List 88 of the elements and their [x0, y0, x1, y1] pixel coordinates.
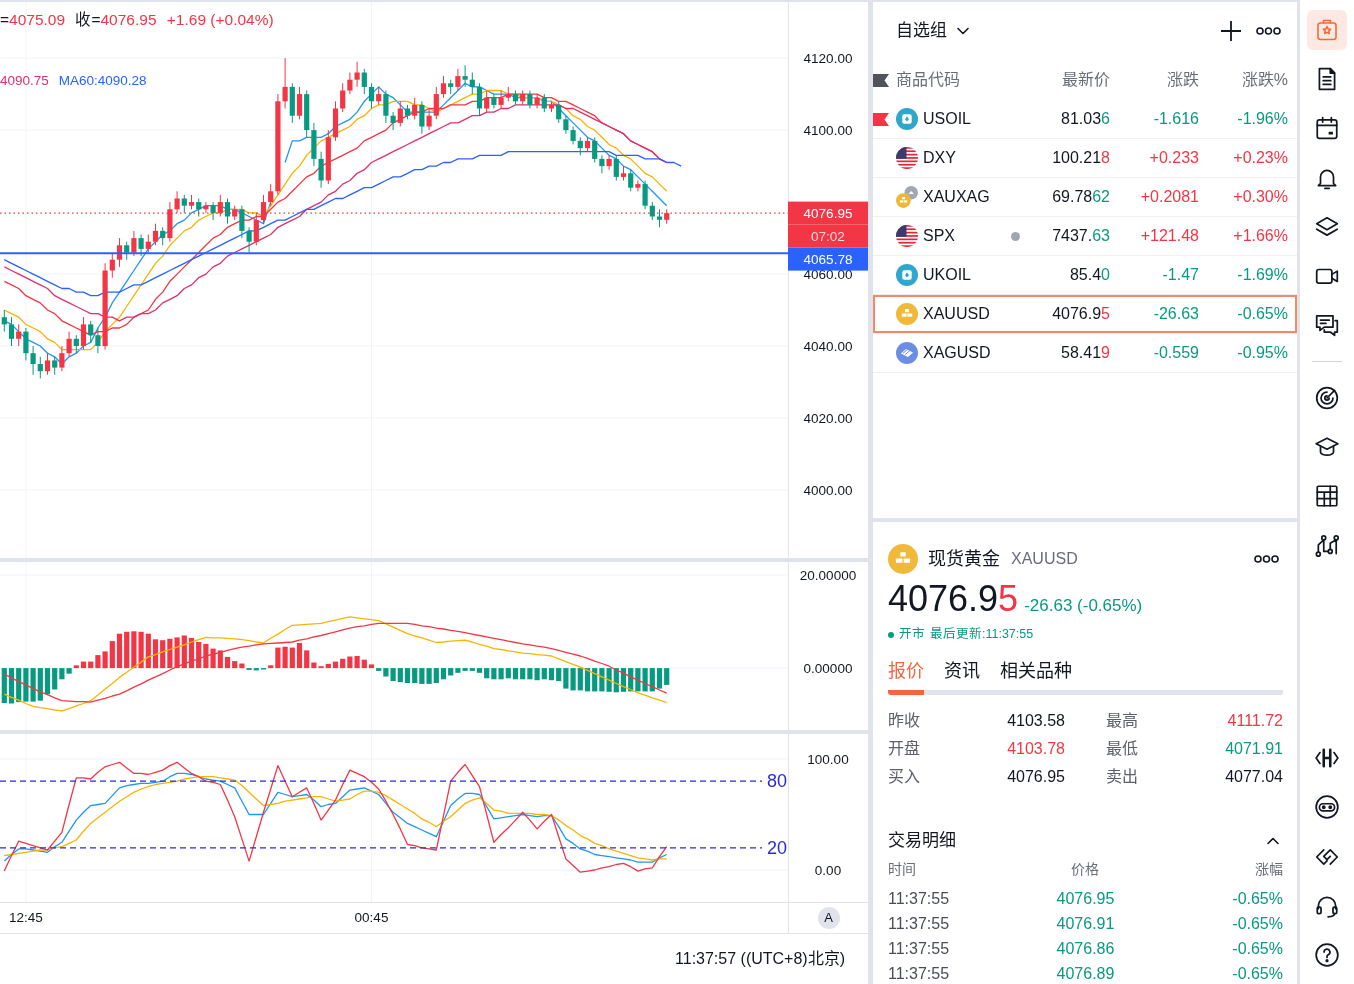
trade-time: 11:37:55 — [888, 965, 950, 982]
price-label: 4076.95 — [788, 201, 868, 225]
change-percent-text: -1.69% — [1237, 266, 1288, 283]
section-title: 交易明细 — [888, 830, 956, 852]
ma-legend-text: MA60:4090.28 — [58, 73, 147, 89]
price-text: 69.7862 — [1052, 188, 1110, 205]
axis-label: 4040.00 — [803, 338, 853, 354]
change-text: +0.2081 — [1140, 188, 1199, 205]
symbol-text: XAUXAG — [923, 187, 990, 207]
trade-change: -0.65% — [1232, 940, 1283, 957]
axis-label: 4000.00 — [803, 482, 853, 498]
trade-change: -0.65% — [1232, 915, 1283, 932]
column-header: 涨跌 — [1167, 71, 1199, 88]
axis-label: 4020.00 — [803, 410, 853, 426]
time-axis-label: 00:45 — [354, 909, 389, 927]
trade-price: 4076.91 — [1056, 915, 1115, 932]
change-text: -1.616 — [1153, 110, 1199, 127]
clock-text: 11:37:57 ((UTC+8)北京) — [675, 949, 845, 969]
ref-line-label: 4076.95 — [803, 206, 853, 222]
ohlc-legend: =4075.09 收=4076.95 +1.69 (+0.04%) — [0, 10, 274, 30]
change-percent-text: -1.96% — [1237, 110, 1288, 127]
trade-price: 4076.95 — [1056, 890, 1115, 907]
axis-label: 0.00000 — [803, 660, 853, 676]
stat-label: 最高 — [1106, 711, 1138, 731]
change-text: +0.233 — [1149, 149, 1199, 166]
countdown-label: 07:02 — [788, 224, 868, 248]
axis-label: 4100.00 — [803, 122, 853, 138]
change-text: -26.63 (-0.65%) — [1024, 595, 1143, 617]
price-label: 4065.78 — [788, 247, 868, 271]
price-text: 85.40 — [1069, 266, 1110, 283]
stat-value: 4071.91 — [1225, 739, 1283, 759]
level-label: 80 — [766, 771, 787, 792]
change-percent-text: +1.66% — [1233, 227, 1288, 244]
stat-value: 4103.78 — [1007, 739, 1065, 759]
axis-label: 4120.00 — [803, 50, 853, 66]
column-header: 时间 — [888, 861, 916, 878]
symbol-text: XAUUSD — [923, 304, 990, 324]
change-text: -0.559 — [1153, 344, 1199, 361]
ma-legend-text: 4090.75 — [0, 73, 49, 89]
last-update-text: 最后更新:11:37:55 — [930, 627, 1034, 643]
ref-line-label: 4065.78 — [803, 252, 853, 268]
trade-time: 11:37:55 — [888, 890, 950, 907]
change-text: -26.63 — [1153, 305, 1199, 322]
time-axis-label: 12:45 — [9, 909, 43, 927]
stat-value: 4077.04 — [1225, 767, 1283, 787]
price-text: 4076.95 — [888, 579, 1019, 619]
axis-label: 100.00 — [807, 751, 849, 767]
change-percent-text: +0.23% — [1233, 149, 1288, 166]
trade-time: 11:37:55 — [888, 915, 950, 932]
price-text: 100.218 — [1052, 149, 1110, 166]
change-percent-text: -0.95% — [1237, 344, 1288, 361]
trade-change: -0.65% — [1232, 965, 1283, 982]
price-text: 4076.95 — [1052, 305, 1110, 322]
column-header: 最新价 — [1062, 71, 1110, 88]
price-text: 7437.63 — [1052, 227, 1110, 244]
column-header: 涨幅 — [1255, 861, 1283, 878]
trade-price: 4076.86 — [1056, 940, 1115, 957]
level-label: 20 — [766, 837, 787, 858]
change-text: +121.48 — [1140, 227, 1199, 244]
stat-value: 4076.95 — [1007, 767, 1065, 787]
symbol-name: 现货黄金 — [928, 547, 1000, 571]
stat-value: 4103.58 — [1007, 711, 1065, 731]
stat-label: 昨收 — [888, 711, 920, 731]
price-text: 58.419 — [1061, 344, 1110, 361]
stat-label: 最低 — [1106, 739, 1138, 759]
stat-label: 卖出 — [1106, 767, 1138, 787]
symbol-text: USOIL — [923, 109, 971, 129]
trade-change: -0.65% — [1232, 890, 1283, 907]
change-percent-text: +0.30% — [1233, 188, 1288, 205]
column-header: 价格 — [1071, 861, 1100, 878]
symbol-code: XAUUSD — [1011, 549, 1078, 569]
stat-label: 买入 — [888, 767, 920, 787]
change-percent-text: -0.65% — [1237, 305, 1288, 322]
stat-label: 开盘 — [888, 739, 920, 759]
price-text: 81.036 — [1061, 110, 1110, 127]
symbol-text: DXY — [923, 148, 956, 168]
change-text: -1.47 — [1162, 266, 1199, 283]
symbol-text: XAGUSD — [923, 343, 991, 363]
trade-price: 4076.89 — [1056, 965, 1115, 982]
axis-label: 20.00000 — [799, 567, 857, 583]
symbol-text: SPX — [923, 226, 955, 246]
trade-time: 11:37:55 — [888, 940, 950, 957]
symbol-text: UKOIL — [923, 265, 971, 285]
axis-label: 0.00 — [814, 862, 842, 878]
market-status-text: 开市 — [899, 627, 925, 643]
stat-value: 4111.72 — [1227, 711, 1283, 731]
column-header: 商品代码 — [896, 71, 960, 88]
column-header: 涨跌% — [1241, 71, 1288, 88]
